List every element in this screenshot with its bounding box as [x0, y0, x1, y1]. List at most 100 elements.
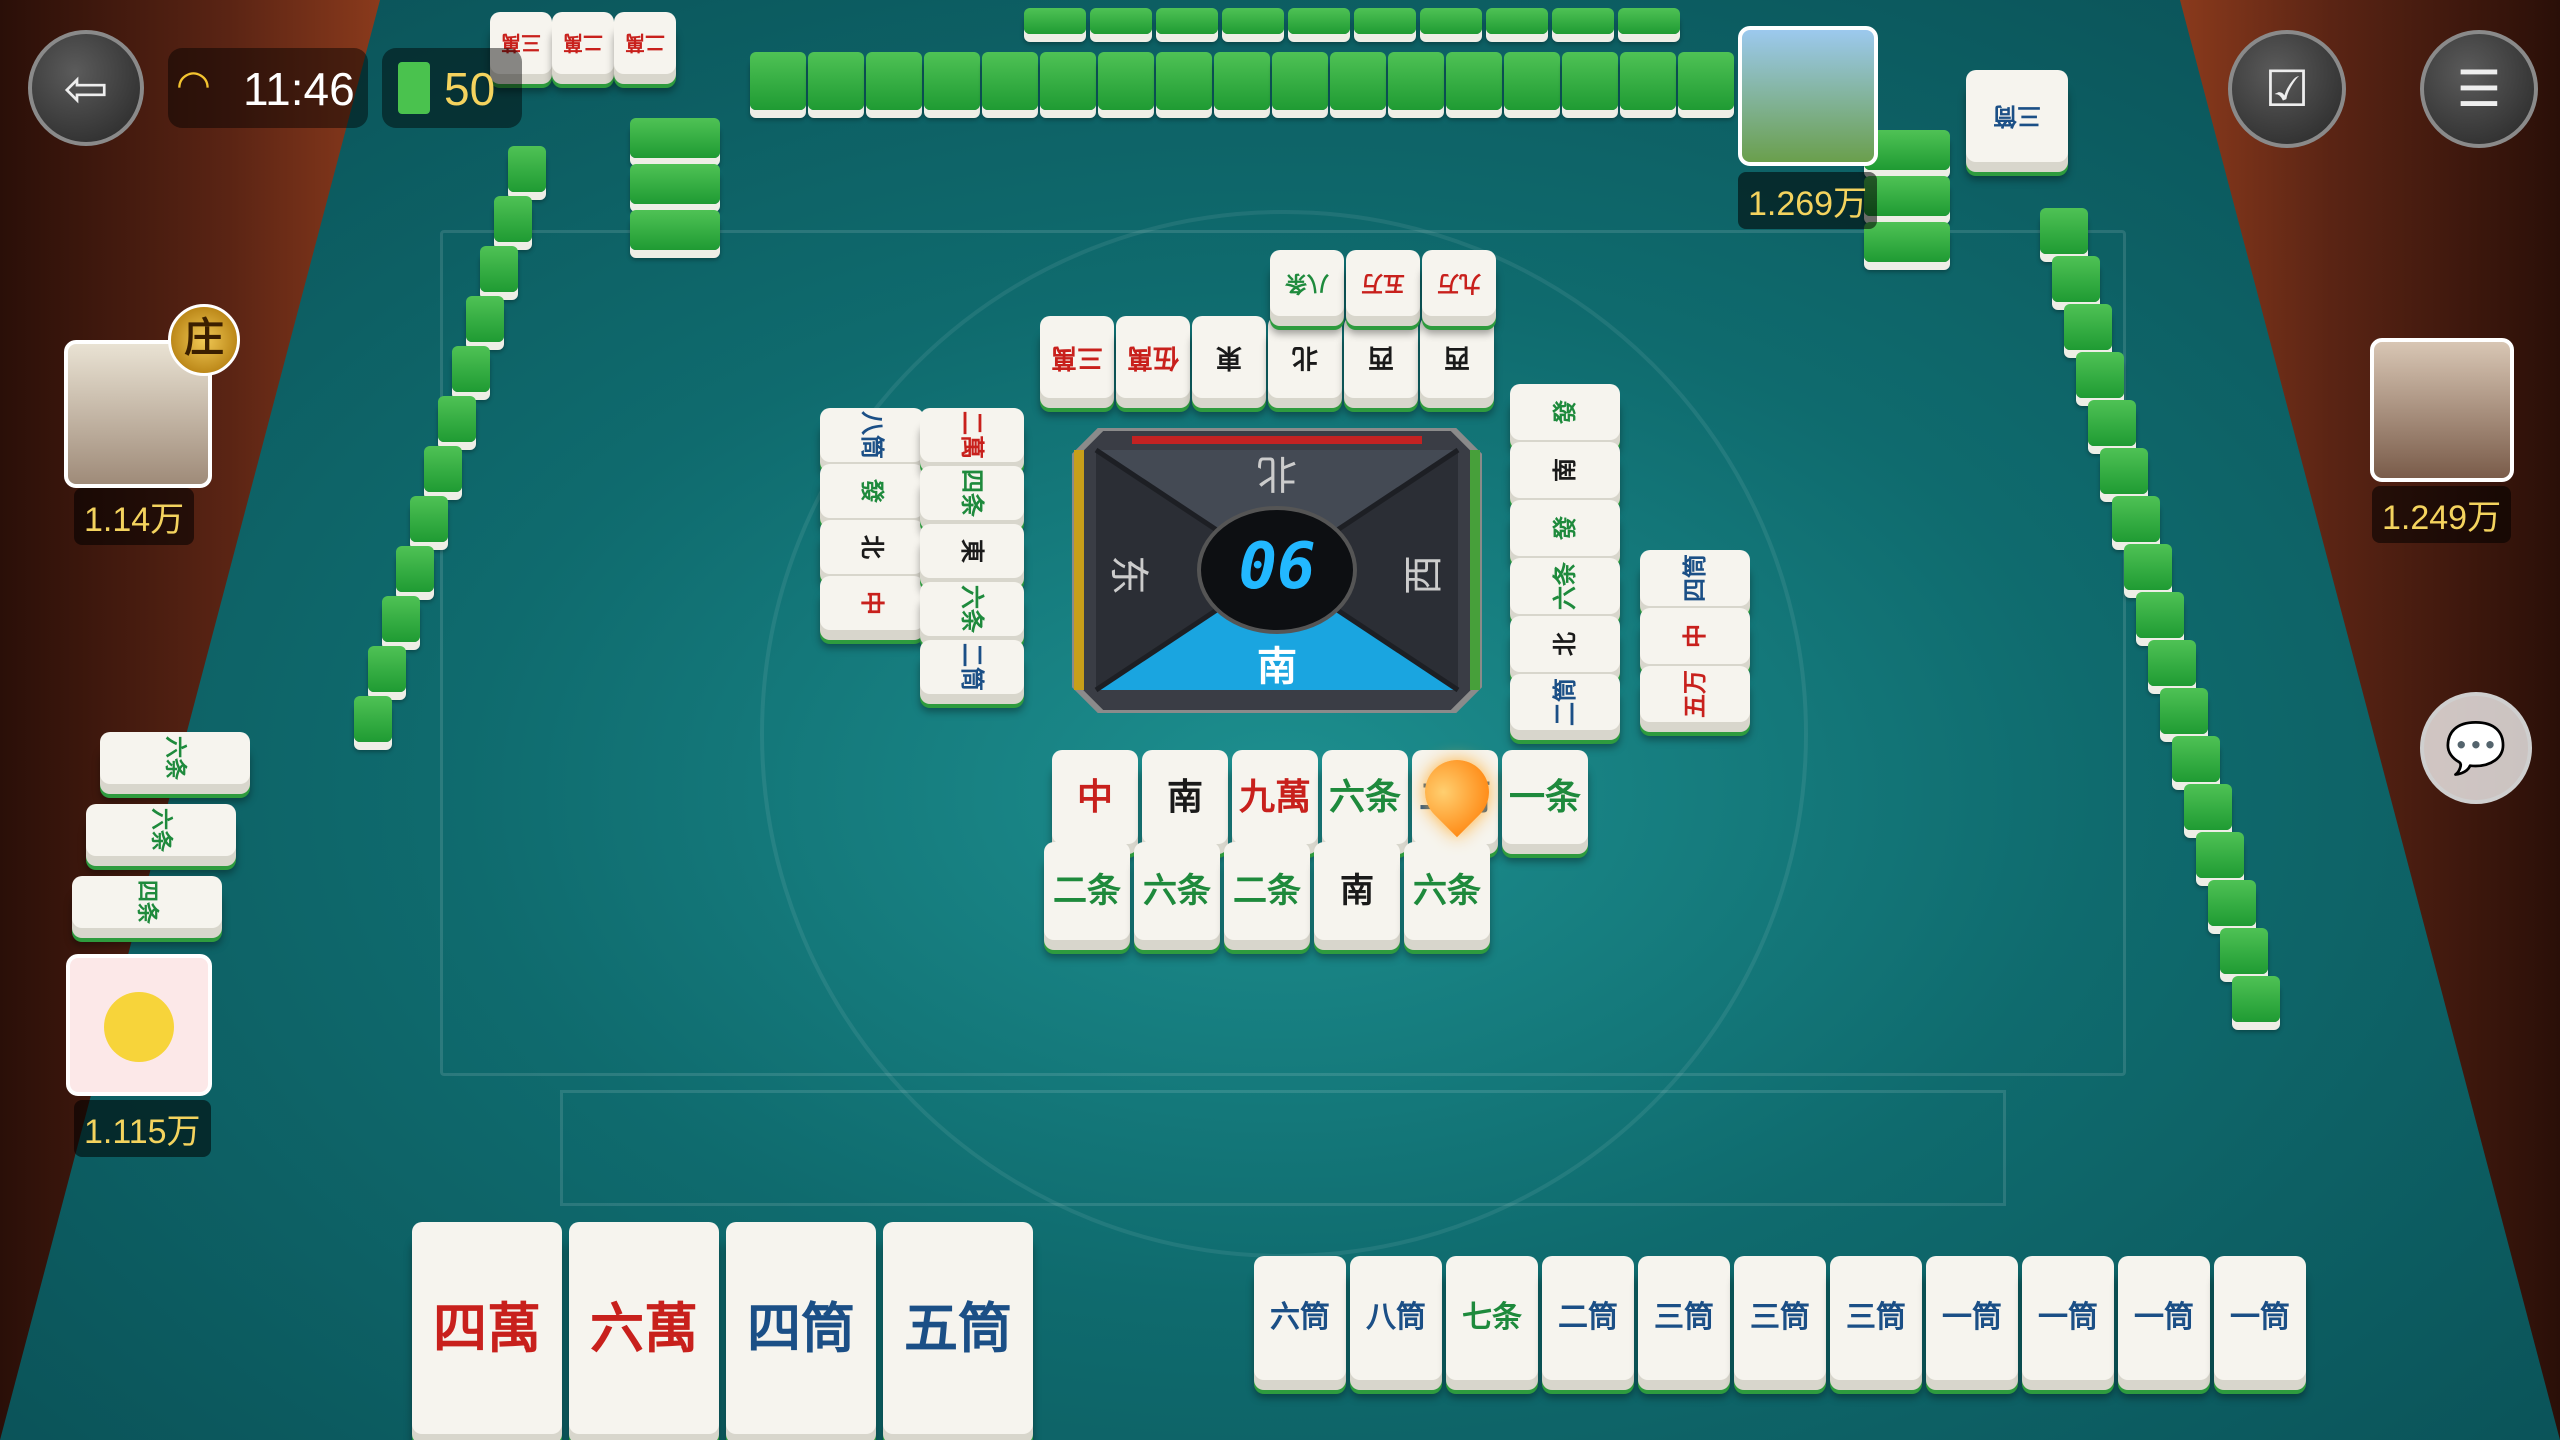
discard-tile: 六条 [920, 582, 1024, 636]
discard-tile: 二萬 [920, 408, 1024, 462]
wall-tile-back [1288, 8, 1350, 34]
hand-tile[interactable]: 一筒 [2022, 1256, 2114, 1380]
wall-tile-back [1504, 52, 1560, 110]
meld-tile: 六条 [86, 804, 236, 856]
avatar-self-player[interactable] [66, 954, 212, 1096]
hand-tile[interactable]: 六筒 [1254, 1256, 1346, 1380]
hand-tile[interactable]: 三筒 [1830, 1256, 1922, 1380]
tile-label: 四萬 [433, 1296, 541, 1360]
wall-tile-back [1618, 8, 1680, 34]
discard-tile: 一条 [1502, 750, 1588, 844]
discard-tile: 南 [1142, 750, 1228, 844]
discard-tile: 發 [820, 464, 924, 518]
tile-label: 八条 [1284, 270, 1329, 296]
wall-tile-back [808, 52, 864, 110]
chat-button[interactable]: 💬 [2420, 692, 2532, 804]
tile-label: 二萬 [958, 411, 987, 459]
wall-tile-back [1552, 8, 1614, 34]
tile-label: 四条 [958, 469, 987, 517]
tile-label: 六条 [161, 735, 188, 781]
discard-tile: 八条 [1270, 250, 1344, 316]
wall-tile-back [1156, 52, 1212, 110]
discard-tile: 南 [1314, 842, 1400, 940]
meld-tile: 四条 [72, 876, 222, 928]
wall-tile-icon [398, 62, 430, 114]
turn-compass: 06 北 东 西 南 [1069, 425, 1485, 716]
discard-tile: 中 [1640, 608, 1750, 664]
tile-label: 四筒 [1680, 554, 1709, 602]
tile-label: 八筒 [858, 411, 887, 459]
compass-east: 东 [1105, 555, 1151, 595]
hand-tile[interactable]: 二筒 [1542, 1256, 1634, 1380]
discard-tile: 南 [1510, 442, 1620, 498]
tile-label: 一筒 [1942, 1300, 2002, 1335]
daily-task-button[interactable]: ☑ [2228, 30, 2346, 148]
wall-tile-back [630, 118, 720, 158]
wall-tile-back [2172, 736, 2220, 782]
tile-label: 發 [1550, 516, 1579, 540]
hand-tile[interactable]: 一筒 [2214, 1256, 2306, 1380]
compass-south: 南 [1257, 644, 1297, 690]
compass-north: 北 [1257, 450, 1297, 496]
hand-tile[interactable]: 一筒 [1926, 1256, 2018, 1380]
tile-label: 三筒 [1654, 1300, 1714, 1335]
tile-label: 一筒 [2038, 1300, 2098, 1335]
tile-label: 五万 [1360, 270, 1405, 296]
wall-tile-back [2208, 880, 2256, 926]
wall-tile-back [2052, 256, 2100, 302]
tile-label: 北 [1550, 632, 1579, 656]
avatar-right-player[interactable] [2370, 338, 2514, 482]
wall-tile-back [2148, 640, 2196, 686]
wall-tile-back [508, 146, 546, 192]
wall-tile-back [1098, 52, 1154, 110]
wall-tile-back [2136, 592, 2184, 638]
menu-icon: ☰ [2456, 60, 2502, 118]
hand-area-border [560, 1090, 2006, 1206]
hand-tile[interactable]: 四萬 [412, 1222, 562, 1434]
wall-tile-back [1090, 8, 1152, 34]
tile-label: 伍萬 [1126, 342, 1179, 372]
hand-tile[interactable]: 一筒 [2118, 1256, 2210, 1380]
hand-tile[interactable]: 五筒 [883, 1222, 1033, 1434]
dealer-badge: 庄 [168, 304, 240, 376]
hand-tile[interactable]: 七条 [1446, 1256, 1538, 1380]
wall-tile-back [2112, 496, 2160, 542]
tile-label: 六萬 [590, 1296, 698, 1360]
hand-tile[interactable]: 四筒 [726, 1222, 876, 1434]
clock-time: 11:46 [243, 63, 355, 115]
hand-tile[interactable]: 三筒 [1638, 1256, 1730, 1380]
wall-tile-back [410, 496, 448, 542]
discard-tile: 發 [1510, 384, 1620, 440]
wifi-icon: ◠ [176, 63, 211, 107]
discard-tile: 六条 [1322, 750, 1408, 844]
wall-tile-back [396, 546, 434, 592]
hand-tile[interactable]: 三筒 [1734, 1256, 1826, 1380]
hand-tile[interactable]: 八筒 [1350, 1256, 1442, 1380]
tile-label: 發 [858, 479, 887, 503]
wall-tile-back [2160, 688, 2208, 734]
tile-label: 四条 [133, 879, 160, 925]
tile-label: 二萬 [625, 31, 665, 55]
wall-tile-back [2076, 352, 2124, 398]
tile-label: 一筒 [2230, 1300, 2290, 1335]
discard-tile: 二筒 [920, 640, 1024, 694]
score-self-player: 1.115万 [74, 1100, 211, 1157]
hand-tile[interactable]: 六萬 [569, 1222, 719, 1434]
tile-label: 七条 [1462, 1300, 1522, 1335]
tiles-remaining: 50 [382, 48, 522, 128]
meld-tile: 三筒 [1966, 70, 2068, 162]
wall-tile-back [1330, 52, 1386, 110]
exit-icon: ⇦ [63, 56, 109, 120]
tile-label: 東 [1215, 342, 1242, 372]
wall-tile-back [494, 196, 532, 242]
exit-button[interactable]: ⇦ [28, 30, 144, 146]
wall-tile-back [1446, 52, 1502, 110]
meld-tile: 二萬 [614, 12, 676, 74]
tile-label: 九萬 [1238, 776, 1311, 818]
menu-button[interactable]: ☰ [2420, 30, 2538, 148]
wall-tile-back [630, 210, 720, 250]
avatar-top-player[interactable] [1738, 26, 1878, 166]
wall-tile-back [1388, 52, 1444, 110]
calendar-check-icon: ☑ [2264, 60, 2310, 118]
wall-tile-back [1024, 8, 1086, 34]
